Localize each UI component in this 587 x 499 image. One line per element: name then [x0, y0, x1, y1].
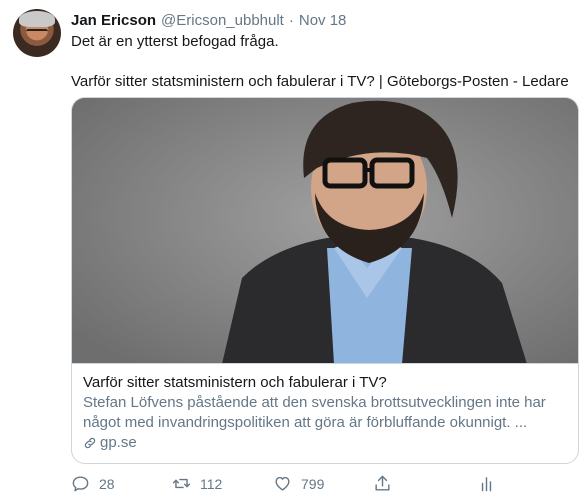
- card-description: Stefan Löfvens påstående att den svenska…: [83, 394, 546, 431]
- retweet-icon: [172, 478, 191, 489]
- avatar[interactable]: [13, 9, 61, 57]
- analytics-button[interactable]: [477, 474, 505, 493]
- card-body[interactable]: Varför sitter statsministern och fabuler…: [72, 364, 578, 453]
- card-image[interactable]: [72, 98, 578, 364]
- tweet-text: Det är en ytterst befogad fråga. Varför …: [71, 32, 571, 92]
- share-icon: [375, 475, 390, 491]
- card-domain[interactable]: gp.se: [83, 433, 567, 453]
- tweet-date[interactable]: Nov 18: [299, 12, 347, 29]
- card-photo-portrait: [72, 98, 578, 363]
- author-handle[interactable]: @Ericson_ubbhult: [161, 12, 284, 29]
- tweet-header: Jan Ericson @Ericson_ubbhult · Nov 18: [71, 10, 346, 30]
- tweet-text-line-1: Det är en ytterst befogad fråga.: [71, 33, 279, 50]
- link-card[interactable]: Varför sitter statsministern och fabuler…: [71, 97, 579, 464]
- like-button[interactable]: 799: [273, 474, 324, 493]
- retweet-count: 112: [200, 475, 223, 492]
- share-button[interactable]: [373, 474, 401, 493]
- reply-button[interactable]: 28: [71, 474, 115, 493]
- heart-icon: [275, 476, 290, 491]
- avatar-glasses: [26, 29, 48, 34]
- card-domain-text: gp.se: [100, 434, 137, 451]
- reply-count: 28: [99, 475, 115, 492]
- separator-dot: ·: [288, 11, 294, 29]
- tweet-actions: 28 112 799: [71, 474, 571, 496]
- avatar-hair: [19, 11, 55, 27]
- tweet[interactable]: Jan Ericson @Ericson_ubbhult · Nov 18 De…: [0, 0, 587, 499]
- analytics-icon: [481, 477, 492, 492]
- author-name[interactable]: Jan Ericson: [71, 12, 156, 29]
- link-icon: [84, 437, 96, 449]
- retweet-button[interactable]: 112: [172, 474, 222, 493]
- reply-icon: [72, 476, 89, 492]
- card-title[interactable]: Varför sitter statsministern och fabuler…: [83, 373, 567, 393]
- like-count: 799: [301, 475, 325, 492]
- tweet-text-line-2: Varför sitter statsministern och fabuler…: [71, 73, 569, 90]
